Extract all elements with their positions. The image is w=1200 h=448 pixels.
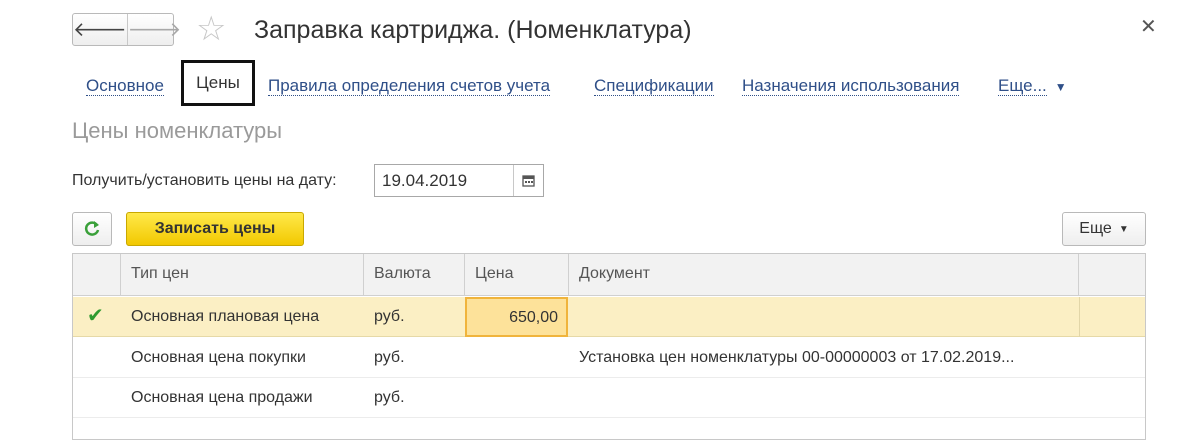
prices-table[interactable]: Тип цен Валюта Цена Документ ✔ Основная … bbox=[72, 253, 1146, 440]
window-title: Заправка картриджа. (Номенклатура) bbox=[254, 16, 692, 44]
date-field[interactable]: 19.04.2019 bbox=[374, 164, 544, 197]
tab-prices[interactable]: Цены bbox=[181, 60, 255, 106]
arrow-right-icon: 🡒 bbox=[127, 19, 182, 41]
column-header-document[interactable]: Документ bbox=[569, 254, 1079, 296]
tab-more[interactable]: Еще... ▼ bbox=[998, 76, 1067, 97]
cell-document[interactable]: Установка цен номенклатуры 00-00000003 о… bbox=[569, 338, 1069, 378]
cell-document[interactable] bbox=[569, 378, 1079, 418]
cell-currency[interactable]: руб. bbox=[364, 338, 465, 378]
cell-price-type[interactable]: Основная цена покупки bbox=[121, 338, 364, 378]
forward-button[interactable]: 🡒 bbox=[126, 14, 182, 45]
cell-price-type[interactable]: Основная плановая цена bbox=[121, 297, 364, 337]
star-icon[interactable]: ☆ bbox=[196, 12, 226, 46]
tab-main[interactable]: Основное bbox=[86, 76, 164, 96]
check-icon: ✔ bbox=[87, 305, 104, 327]
history-nav: 🡐 🡒 bbox=[72, 13, 181, 46]
section-title: Цены номенклатуры bbox=[72, 118, 283, 143]
caret-down-icon: ▼ bbox=[1118, 223, 1129, 235]
date-value[interactable]: 19.04.2019 bbox=[375, 165, 513, 196]
table-header: Тип цен Валюта Цена Документ bbox=[73, 254, 1145, 296]
column-header-price-type[interactable]: Тип цен bbox=[121, 254, 364, 296]
column-header-filler bbox=[1079, 254, 1145, 296]
table-row[interactable]: Основная цена продажи руб. bbox=[73, 378, 1145, 418]
tab-accounting-rules[interactable]: Правила определения счетов учета bbox=[268, 76, 551, 96]
triangle-down-icon: ▼ bbox=[1054, 80, 1067, 94]
date-label: Получить/установить цены на дату: bbox=[72, 172, 337, 189]
arrow-left-icon: 🡐 bbox=[73, 19, 127, 41]
refresh-icon bbox=[84, 221, 100, 236]
table-row[interactable]: Основная цена покупки руб. Установка цен… bbox=[73, 338, 1145, 378]
column-header-flag bbox=[73, 254, 121, 296]
refresh-button[interactable] bbox=[72, 212, 112, 246]
column-header-price[interactable]: Цена bbox=[465, 254, 569, 296]
cell-price[interactable] bbox=[465, 338, 569, 378]
column-divider bbox=[1079, 297, 1080, 337]
cell-price-type[interactable]: Основная цена продажи bbox=[121, 378, 364, 418]
tab-specifications[interactable]: Спецификации bbox=[594, 76, 714, 96]
tab-prices-label: Цены bbox=[196, 73, 240, 92]
save-prices-button[interactable]: Записать цены bbox=[126, 212, 304, 246]
cell-price[interactable] bbox=[465, 378, 569, 418]
cell-currency[interactable]: руб. bbox=[364, 378, 465, 418]
calendar-icon bbox=[522, 175, 535, 187]
back-button[interactable]: 🡐 bbox=[73, 14, 127, 45]
table-row[interactable]: ✔ Основная плановая цена руб. 650,00 bbox=[73, 297, 1145, 337]
column-header-currency[interactable]: Валюта bbox=[364, 254, 465, 296]
tab-more-label: Еще... bbox=[998, 76, 1047, 96]
cell-currency[interactable]: руб. bbox=[364, 297, 465, 337]
calendar-button[interactable] bbox=[513, 165, 543, 196]
more-menu-button[interactable]: Еще ▼ bbox=[1062, 212, 1146, 246]
more-menu-label: Еще bbox=[1079, 220, 1112, 237]
tab-usage-purposes[interactable]: Назначения использования bbox=[742, 76, 960, 96]
cell-document[interactable] bbox=[569, 297, 1079, 337]
tab-bar: Основное Цены Правила определения счетов… bbox=[0, 60, 1200, 106]
close-icon[interactable]: ✕ bbox=[1140, 14, 1157, 39]
cell-price[interactable]: 650,00 bbox=[465, 297, 568, 337]
